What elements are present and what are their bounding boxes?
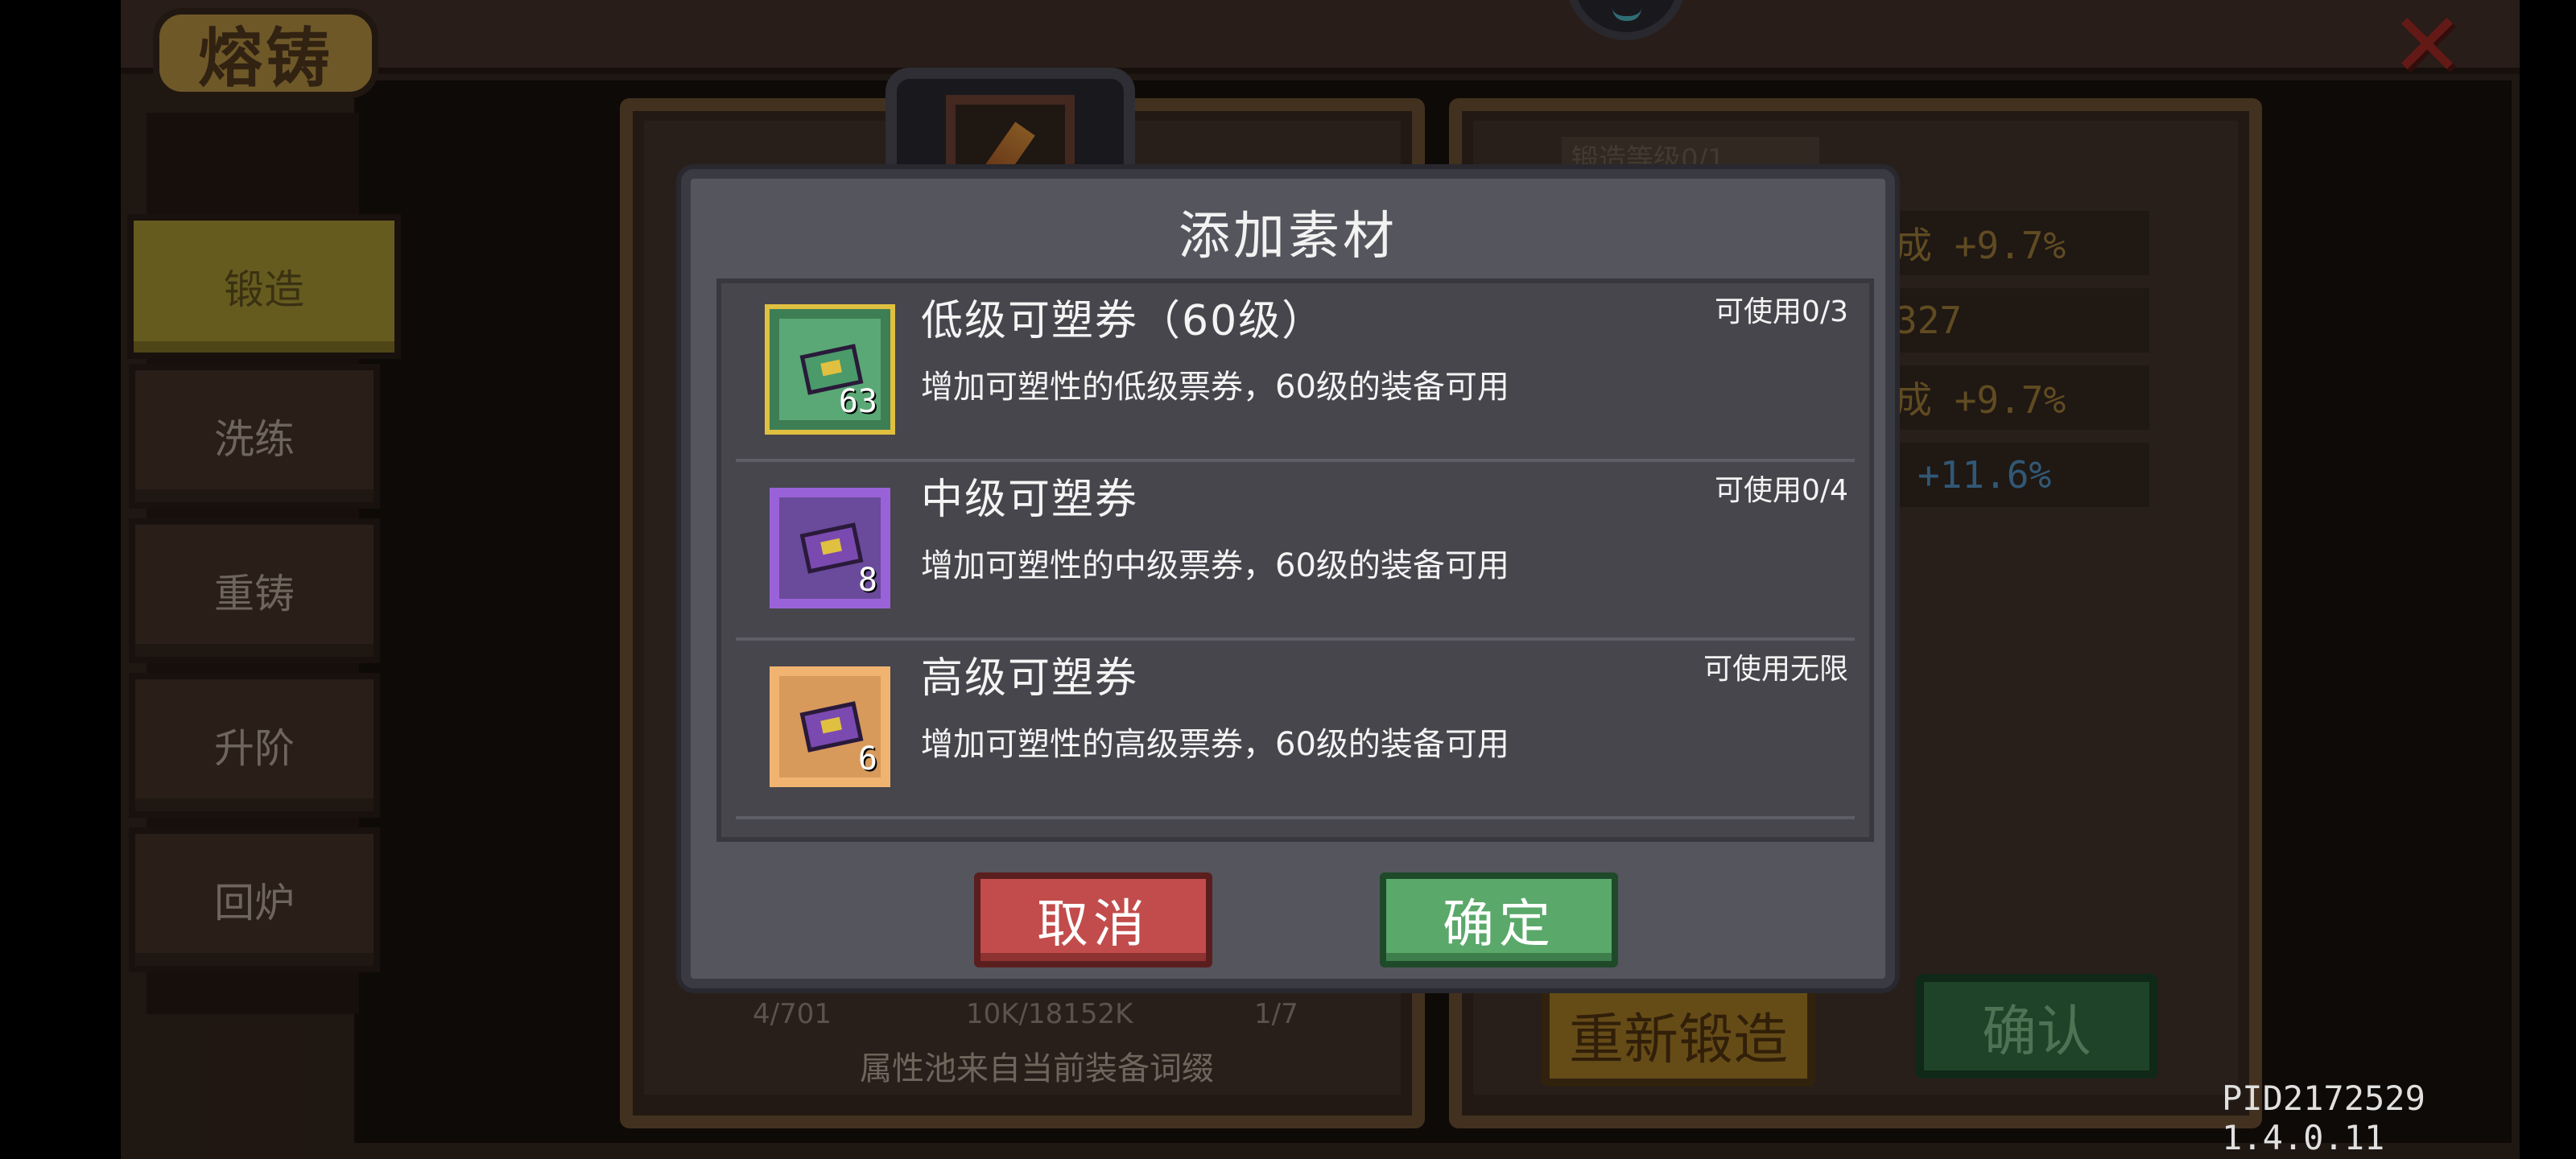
player-id-version: PID2172529 1.4.0.11 (2222, 1079, 2425, 1157)
item-name: 中级可塑券 (921, 476, 1139, 524)
item-name: 低级可塑券（60级） (921, 297, 1326, 345)
material-item[interactable]: 6 高级可塑券 可使用无限 增加可塑性的高级票券，60级的装备可用 (736, 641, 1855, 819)
item-description: 增加可塑性的低级票券，60级的装备可用 (921, 369, 1509, 406)
material-list: 63 低级可塑券（60级） 可使用0/3 增加可塑性的低级票券，60级的装备可用… (716, 278, 1874, 842)
ticket-icon: 6 (770, 666, 890, 787)
item-description: 增加可塑性的高级票券，60级的装备可用 (921, 726, 1509, 763)
material-item[interactable]: 8 中级可塑券 可使用0/4 增加可塑性的中级票券，60级的装备可用 (736, 462, 1855, 641)
item-usage: 可使用无限 (1703, 653, 1848, 686)
item-count: 63 (838, 383, 877, 420)
ticket-icon: 63 (770, 309, 890, 430)
ok-button[interactable]: 确定 (1380, 872, 1618, 967)
add-material-dialog: 添加素材 63 低级可塑券（60级） 可使用0/3 增加可塑性的低级票券，60级… (681, 169, 1895, 988)
game-screen: 熔铸 ✕ 锻造 洗练 重铸 升阶 回炉 4/701 10K/18152K 1/7… (0, 0, 2576, 1159)
ticket-icon: 8 (770, 488, 890, 608)
cancel-button[interactable]: 取消 (974, 872, 1212, 967)
item-usage: 可使用0/3 (1715, 295, 1848, 328)
item-count: 8 (857, 562, 877, 599)
item-usage: 可使用0/4 (1715, 474, 1848, 507)
item-description: 增加可塑性的中级票券，60级的装备可用 (921, 547, 1509, 584)
item-name: 高级可塑券 (921, 654, 1139, 703)
dialog-title: 添加素材 (1179, 207, 1397, 266)
item-count: 6 (857, 740, 877, 777)
material-item[interactable]: 63 低级可塑券（60级） 可使用0/3 增加可塑性的低级票券，60级的装备可用 (736, 283, 1855, 462)
ticket-graphic (799, 701, 864, 753)
ticket-graphic (799, 522, 864, 574)
